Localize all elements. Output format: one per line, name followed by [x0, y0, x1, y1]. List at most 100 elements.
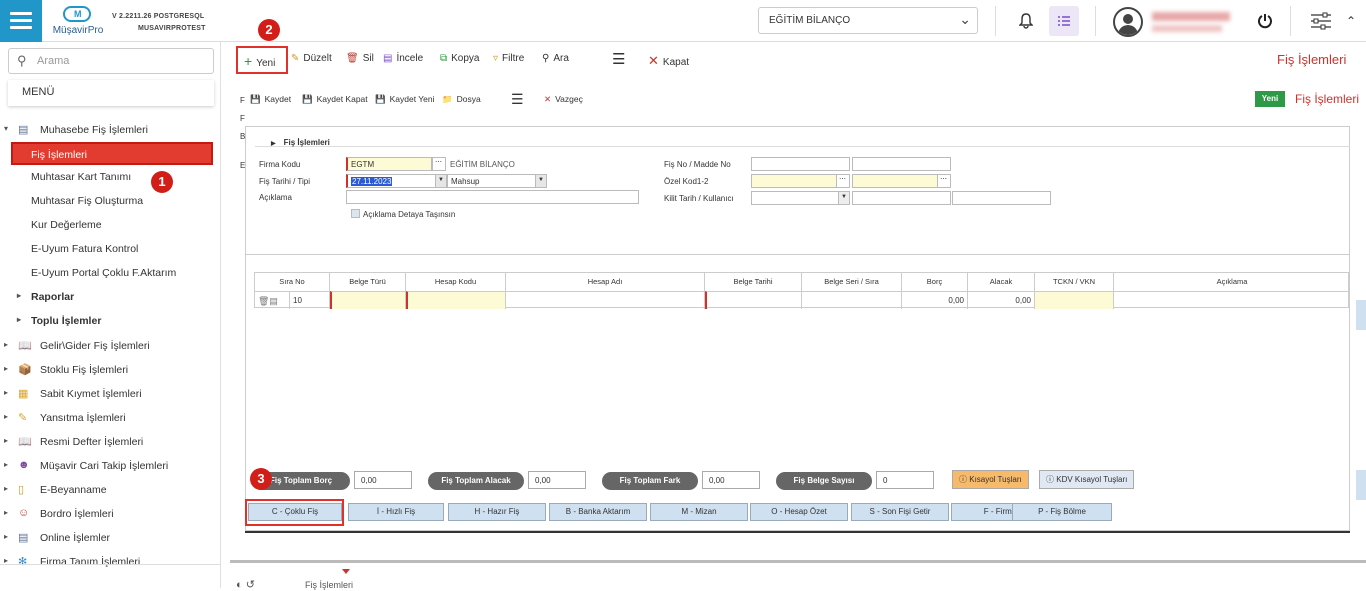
sidebar-group-online[interactable]: ▸ ▤ Online İşlemler: [4, 532, 110, 544]
power-icon[interactable]: [1250, 6, 1280, 36]
hesap-ozet-button[interactable]: O - Hesap Özet: [750, 503, 848, 521]
toplam-alacak-label: Fiş Toplam Alacak: [428, 472, 524, 490]
kilit-kullanici-input[interactable]: [852, 191, 951, 205]
fis-bolme-button[interactable]: P - Fiş Bölme: [1012, 503, 1112, 521]
sidebar: ⚲ Arama MENÜ ▾ ▤ Muhasebe Fiş İşlemleri F…: [0, 42, 221, 588]
top-header: M MüşavirPro V 2.2211.26 POSTGRESQL MUSA…: [0, 0, 1366, 42]
aciklama-cell[interactable]: [1114, 291, 1350, 309]
sidebar-group-stoklu[interactable]: ▸ 📦 Stoklu Fiş İşlemleri: [4, 364, 128, 376]
hizli-fis-button[interactable]: İ - Hızlı Fiş: [348, 503, 444, 521]
fis-tarihi-input[interactable]: 27.11.2023: [346, 174, 446, 188]
user-avatar[interactable]: [1113, 7, 1143, 37]
app-logo: M MüşavirPro: [48, 4, 108, 38]
annotation-badge-3: 3: [250, 468, 272, 490]
kisayol-button[interactable]: ⓘ Kısayol Tuşları: [952, 470, 1029, 489]
fis-tipi-select[interactable]: Mahsup: [447, 174, 547, 188]
belge-tarihi-cell[interactable]: [705, 291, 802, 309]
annotation-badge-1: 1: [151, 171, 173, 193]
save-button[interactable]: 💾 Kaydet: [250, 94, 291, 105]
form-title: Fiş İşlemleri: [1295, 92, 1360, 106]
cancel-button[interactable]: ✕ Vazgeç: [544, 94, 583, 105]
date-dropdown-icon[interactable]: ▼: [435, 174, 447, 188]
close-button[interactable]: ✕ Kapat: [648, 53, 689, 69]
sidebar-group-resmi-defter[interactable]: ▸ 📖 Resmi Defter İşlemleri: [4, 436, 143, 448]
hesap-kodu-cell[interactable]: [406, 291, 506, 309]
kdv-kisayol-button[interactable]: ⓘ KDV Kısayol Tuşları: [1039, 470, 1135, 489]
hesap-adi-cell[interactable]: [506, 291, 705, 309]
highlight-new-button: [236, 46, 288, 74]
son-fisi-getir-button[interactable]: S - Son Fişi Getir: [851, 503, 949, 521]
page-title: Fiş İşlemleri: [1277, 52, 1347, 67]
horizontal-scrollbar[interactable]: [230, 560, 1366, 563]
form-more-menu-icon[interactable]: ☰: [511, 91, 524, 108]
row-sira-cell: 10: [290, 291, 330, 309]
database-label: MUSAVIRPROTEST: [138, 25, 206, 32]
menu-icon[interactable]: [0, 0, 42, 42]
user-name-blurred: [1152, 12, 1230, 21]
sidebar-item-fis-islemleri[interactable]: Fiş İşlemleri: [11, 142, 213, 165]
more-menu-icon[interactable]: ☰: [612, 50, 625, 68]
tasks-icon[interactable]: [1049, 6, 1079, 36]
fis-no-input[interactable]: [751, 157, 850, 171]
kilit-tarih-select[interactable]: [751, 191, 850, 205]
status-text: Fiş İşlemleri: [305, 580, 354, 590]
hazir-fis-button[interactable]: H - Hazır Fiş: [448, 503, 546, 521]
extra-input[interactable]: [952, 191, 1051, 205]
sidebar-group-toplu[interactable]: ▸ Toplu İşlemler: [17, 315, 101, 327]
madde-no-input[interactable]: [852, 157, 951, 171]
sidebar-item-euyum-fatura[interactable]: E-Uyum Fatura Kontrol: [31, 243, 138, 255]
alacak-cell[interactable]: 0,00: [968, 291, 1035, 309]
borc-cell[interactable]: 0,00: [902, 291, 968, 309]
sidebar-group-gelir-gider[interactable]: ▸ 📖 Gelir\Gider Fiş İşlemleri: [4, 340, 150, 352]
kilit-dropdown-icon[interactable]: ▼: [838, 191, 850, 205]
chevron-down-icon: ⌄: [959, 11, 971, 27]
ozel-kod1-lookup[interactable]: ⋯: [836, 174, 850, 188]
bell-icon[interactable]: [1011, 6, 1041, 36]
search-input[interactable]: ⚲ Arama: [8, 48, 214, 74]
edit-button[interactable]: ✎ Düzelt: [291, 53, 332, 64]
info-icon: ⓘ: [959, 475, 967, 484]
save-new-button[interactable]: 💾 Kaydet Yeni: [375, 94, 435, 105]
row-delete-icon[interactable]: 🗑▤: [255, 291, 290, 309]
sidebar-group-muhasebe[interactable]: ▾ ▤ Muhasebe Fiş İşlemleri: [4, 124, 148, 136]
belge-sayisi-label: Fiş Belge Sayısı: [776, 472, 872, 490]
tipi-dropdown-icon[interactable]: ▼: [535, 174, 547, 188]
sidebar-group-e-beyanname[interactable]: ▸ ▯ E-Beyanname: [4, 484, 107, 496]
sidebar-group-cari-takip[interactable]: ▸ ☻ Müşavir Cari Takip İşlemleri: [4, 459, 168, 472]
filter-button[interactable]: ▿ Filtre: [493, 53, 524, 64]
company-select[interactable]: EĞİTİM BİLANÇO ⌄: [758, 7, 978, 34]
toplam-borc-value: 0,00: [354, 471, 412, 489]
mizan-button[interactable]: M - Mizan: [650, 503, 748, 521]
sidebar-group-yansitma[interactable]: ▸ ✎ Yansıtma İşlemleri: [4, 412, 126, 424]
find-button[interactable]: ⚲ Ara: [542, 53, 569, 64]
aciklama-checkbox[interactable]: [351, 209, 360, 218]
fis-grid: Sıra No Belge Türü Hesap Kodu Hesap Adı …: [254, 272, 1350, 309]
belge-turu-cell[interactable]: [330, 291, 406, 309]
mode-badge: Yeni: [1255, 91, 1285, 107]
sidebar-item-kur-degerleme[interactable]: Kur Değerleme: [31, 219, 102, 231]
sidebar-group-raporlar[interactable]: ▸ Raporlar: [17, 291, 74, 303]
chevron-up-icon[interactable]: ⌃: [1340, 6, 1362, 36]
tckn-cell[interactable]: [1035, 291, 1114, 309]
sidebar-item-muhtasar-kart[interactable]: Muhtasar Kart Tanımı: [31, 171, 131, 183]
aciklama-input[interactable]: [346, 190, 639, 204]
sidebar-group-bordro[interactable]: ▸ ☺ Bordro İşlemleri: [4, 507, 114, 520]
inspect-button[interactable]: ▤ İncele: [383, 53, 423, 64]
sidebar-item-euyum-portal[interactable]: E-Uyum Portal Çoklu F.Aktarım: [31, 267, 176, 279]
file-button[interactable]: 📁 Dosya: [442, 94, 481, 105]
aciklama-check-label: Açıklama Detaya Taşınsın: [363, 210, 456, 219]
sidebar-group-sabit-kiymet[interactable]: ▸ ▦ Sabit Kıymet İşlemleri: [4, 388, 142, 400]
info-icon: ⓘ: [1046, 475, 1054, 484]
belge-seri-cell[interactable]: [802, 291, 902, 309]
settings-icon[interactable]: [1306, 6, 1336, 36]
firma-kodu-input[interactable]: EGTM: [346, 157, 432, 171]
firma-lookup-button[interactable]: ⋯: [432, 157, 446, 171]
save-close-button[interactable]: 💾 Kaydet Kapat: [302, 94, 368, 105]
ozel-kod2-lookup[interactable]: ⋯: [937, 174, 951, 188]
toplam-fark-label: Fiş Toplam Fark: [602, 472, 698, 490]
delete-button[interactable]: 🗑 Sil: [346, 53, 374, 64]
search-icon: ⚲: [17, 53, 27, 68]
banka-aktarim-button[interactable]: B - Banka Aktarım: [549, 503, 647, 521]
sidebar-item-muhtasar-fis[interactable]: Muhtasar Fiş Oluşturma: [31, 195, 143, 207]
copy-button[interactable]: ⧉ Kopya: [440, 53, 480, 64]
